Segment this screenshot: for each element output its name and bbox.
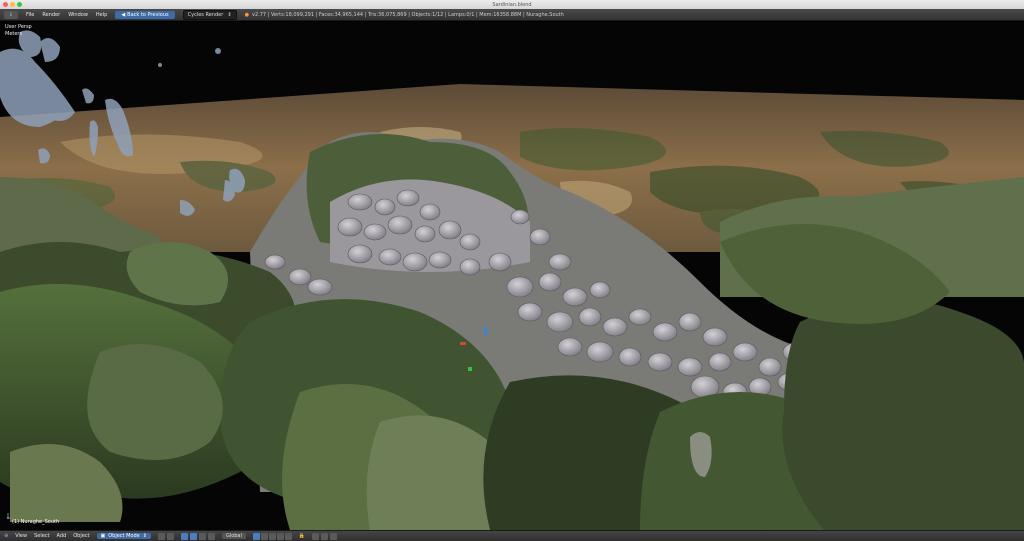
menu-help[interactable]: Help [96,12,107,18]
scene-stats-text: v2.77 | Verts:18,099,291 | Faces:34,965,… [252,11,564,18]
active-object-label: (1) Nuraghe_South [12,519,60,525]
layer-4-icon[interactable] [276,532,284,540]
window-title: Sardinian.blend [492,1,532,8]
green-marker [468,367,472,371]
manipulator-buttons[interactable] [180,532,215,540]
snap-buttons[interactable] [312,532,338,540]
menu-file[interactable]: File [26,12,34,18]
scene-stats: ● v2.77 | Verts:18,099,291 | Faces:34,96… [245,12,564,18]
object-mode-icon: ▣ [100,533,106,539]
3d-view-header: ⊕ View Select Add Object ▣ Object Mode ⇕… [0,530,1024,541]
3d-viewport[interactable]: User Persp Meters (1) Nuraghe_South [0,22,1024,530]
scale-icon[interactable] [207,532,215,540]
interaction-mode-select[interactable]: ▣ Object Mode ⇕ [96,533,151,539]
editor-type-button[interactable]: ℹ [4,10,18,19]
blue-marker [484,327,487,335]
info-icon: ℹ [10,11,12,18]
window-controls [3,2,22,7]
render-preview-icon[interactable] [330,532,338,540]
layer-3-icon[interactable] [268,532,276,540]
chevron-updown-icon: ⇕ [142,533,147,539]
snap-element-icon[interactable] [321,532,329,540]
blender-logo-icon: ● [244,11,250,18]
rotate-icon[interactable] [198,532,206,540]
menu-select[interactable]: Select [34,533,49,539]
menu-window[interactable]: Window [68,12,88,18]
viewport-shading-button[interactable] [157,532,174,540]
menu-view[interactable]: View [15,533,27,539]
layer-lock-icon[interactable]: 🔒 [299,533,305,539]
pivot-icon [166,532,174,540]
scene-render [0,22,1024,530]
red-marker [460,342,466,345]
layer-1-icon[interactable] [252,532,260,540]
close-window-button[interactable] [3,2,8,7]
translate-icon[interactable] [189,532,197,540]
menu-render[interactable]: Render [42,12,60,18]
back-to-previous-label: Back to Previous [127,11,169,18]
interaction-mode-value: Object Mode [108,533,140,539]
shading-icon [157,532,165,540]
back-to-previous-button[interactable]: ◀ Back to Previous [115,10,175,19]
render-engine-select[interactable]: Cycles Render ⇕ [182,9,237,20]
menu-add[interactable]: Add [57,533,67,539]
layer-buttons[interactable] [252,532,292,540]
viewport-units-label: Meters [5,31,23,37]
viewport-view-label: User Persp [5,24,32,30]
manipulator-toggle-icon[interactable] [180,532,188,540]
chevron-updown-icon: ⇕ [227,11,232,18]
zoom-window-button[interactable] [17,2,22,7]
editor-3d-icon[interactable]: ⊕ [4,533,8,539]
render-engine-value: Cycles Render [187,11,224,18]
minimize-window-button[interactable] [10,2,15,7]
layer-2-icon[interactable] [260,532,268,540]
info-header: ℹ File Render Window Help ◀ Back to Prev… [0,9,1024,21]
back-arrow-icon: ◀ [121,11,126,18]
layer-5-icon[interactable] [284,532,292,540]
menu-object[interactable]: Object [73,533,89,539]
transform-orientation-select[interactable]: Global [221,533,246,539]
snap-toggle-icon[interactable] [312,532,320,540]
